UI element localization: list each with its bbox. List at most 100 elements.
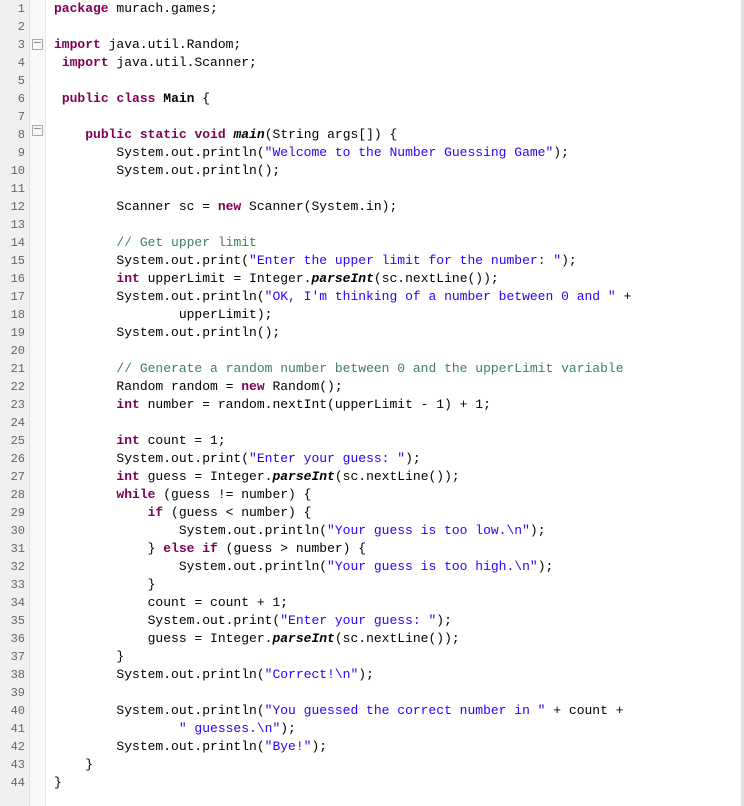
token-italic: main [234, 126, 265, 144]
token-plain [54, 234, 116, 252]
token-plain: System.out.println( [54, 558, 327, 576]
line-number: 32 [11, 558, 25, 576]
line-number: 4 [18, 54, 25, 72]
line-number: 13 [11, 216, 25, 234]
token-plain: ); [280, 720, 296, 738]
fold-marker[interactable]: − [32, 125, 43, 136]
fold-gutter[interactable]: −− [30, 0, 46, 806]
token-plain: } [54, 756, 93, 774]
token-plain [54, 126, 85, 144]
code-line: System.out.println("Welcome to the Numbe… [54, 144, 744, 162]
code-line: public class Main { [54, 90, 744, 108]
code-line: } [54, 576, 744, 594]
code-editor: 1234567891011121314151617181920212223242… [0, 0, 744, 806]
code-line [54, 414, 744, 432]
token-str: "Bye!" [265, 738, 312, 756]
code-line: public static void main(String args[]) { [54, 126, 744, 144]
code-content: package murach.games; import java.util.R… [46, 0, 744, 806]
token-kw: int [116, 432, 139, 450]
token-plain [54, 720, 179, 738]
token-plain: } [54, 648, 124, 666]
token-italic: parseInt [311, 270, 373, 288]
token-plain: murach.games; [109, 0, 218, 18]
code-line: int number = random.nextInt(upperLimit -… [54, 396, 744, 414]
token-kw: int [116, 270, 139, 288]
code-line: System.out.print("Enter the upper limit … [54, 252, 744, 270]
line-number: 23 [11, 396, 25, 414]
token-plain: java.util.Scanner; [109, 54, 257, 72]
code-line [54, 342, 744, 360]
token-plain: System.out.print( [54, 612, 280, 630]
code-line: int upperLimit = Integer.parseInt(sc.nex… [54, 270, 744, 288]
token-plain: + count + [546, 702, 624, 720]
code-line: System.out.println("OK, I'm thinking of … [54, 288, 744, 306]
code-line: if (guess < number) { [54, 504, 744, 522]
code-line: package murach.games; [54, 0, 744, 18]
token-str: "Enter the upper limit for the number: " [249, 252, 561, 270]
token-plain: (sc.nextLine()); [374, 270, 499, 288]
token-plain: } [54, 774, 62, 792]
token-kw: int [116, 468, 139, 486]
code-line [54, 180, 744, 198]
token-plain: System.out.println( [54, 702, 265, 720]
token-plain: (guess < number) { [163, 504, 311, 522]
code-line: System.out.println("Correct!\n"); [54, 666, 744, 684]
code-line: import java.util.Random; [54, 36, 744, 54]
token-kw: import [54, 36, 101, 54]
token-plain: System.out.println(); [54, 162, 280, 180]
token-plain [54, 396, 116, 414]
token-kw: package [54, 0, 109, 18]
token-plain: ); [405, 450, 421, 468]
token-kw: int [116, 396, 139, 414]
line-number: 40 [11, 702, 25, 720]
line-number: 21 [11, 360, 25, 378]
line-number: 15 [11, 252, 25, 270]
token-plain: (guess > number) { [218, 540, 366, 558]
code-line: } [54, 756, 744, 774]
token-kw: void [194, 126, 225, 144]
code-line: int count = 1; [54, 432, 744, 450]
token-kw: public [85, 126, 132, 144]
code-line: int guess = Integer.parseInt(sc.nextLine… [54, 468, 744, 486]
line-number: 2 [18, 18, 25, 36]
code-line: System.out.println(); [54, 162, 744, 180]
line-number: 34 [11, 594, 25, 612]
line-number: 24 [11, 414, 25, 432]
token-plain: { [194, 90, 210, 108]
token-plain [132, 126, 140, 144]
line-number: 31 [11, 540, 25, 558]
token-plain: System.out.println(); [54, 324, 280, 342]
code-line [54, 684, 744, 702]
token-plain: + [616, 288, 632, 306]
token-plain: (String args[]) { [265, 126, 398, 144]
line-number: 12 [11, 198, 25, 216]
line-number: 26 [11, 450, 25, 468]
token-kw: import [62, 54, 109, 72]
token-plain: ); [311, 738, 327, 756]
token-plain: ); [553, 144, 569, 162]
code-line: // Get upper limit [54, 234, 744, 252]
token-plain: upperLimit = Integer. [140, 270, 312, 288]
code-line [54, 108, 744, 126]
code-line: } [54, 648, 744, 666]
token-plain: java.util.Random; [101, 36, 241, 54]
token-plain: guess = Integer. [54, 630, 272, 648]
token-kw: static [140, 126, 187, 144]
token-plain: upperLimit); [54, 306, 272, 324]
token-plain: number = random.nextInt(upperLimit - 1) … [140, 396, 491, 414]
code-line: guess = Integer.parseInt(sc.nextLine()); [54, 630, 744, 648]
token-comment: // Generate a random number between 0 an… [116, 360, 623, 378]
token-str: "Correct!\n" [265, 666, 359, 684]
token-plain [54, 486, 116, 504]
token-plain: (sc.nextLine()); [335, 468, 460, 486]
token-kw: if [202, 540, 218, 558]
token-plain [226, 126, 234, 144]
line-number: 42 [11, 738, 25, 756]
line-number: 36 [11, 630, 25, 648]
token-str: "OK, I'm thinking of a number between 0 … [265, 288, 616, 306]
fold-marker[interactable]: − [32, 39, 43, 50]
token-plain: ); [530, 522, 546, 540]
line-number: 8 [18, 126, 25, 144]
token-plain: System.out.print( [54, 252, 249, 270]
code-line: } else if (guess > number) { [54, 540, 744, 558]
